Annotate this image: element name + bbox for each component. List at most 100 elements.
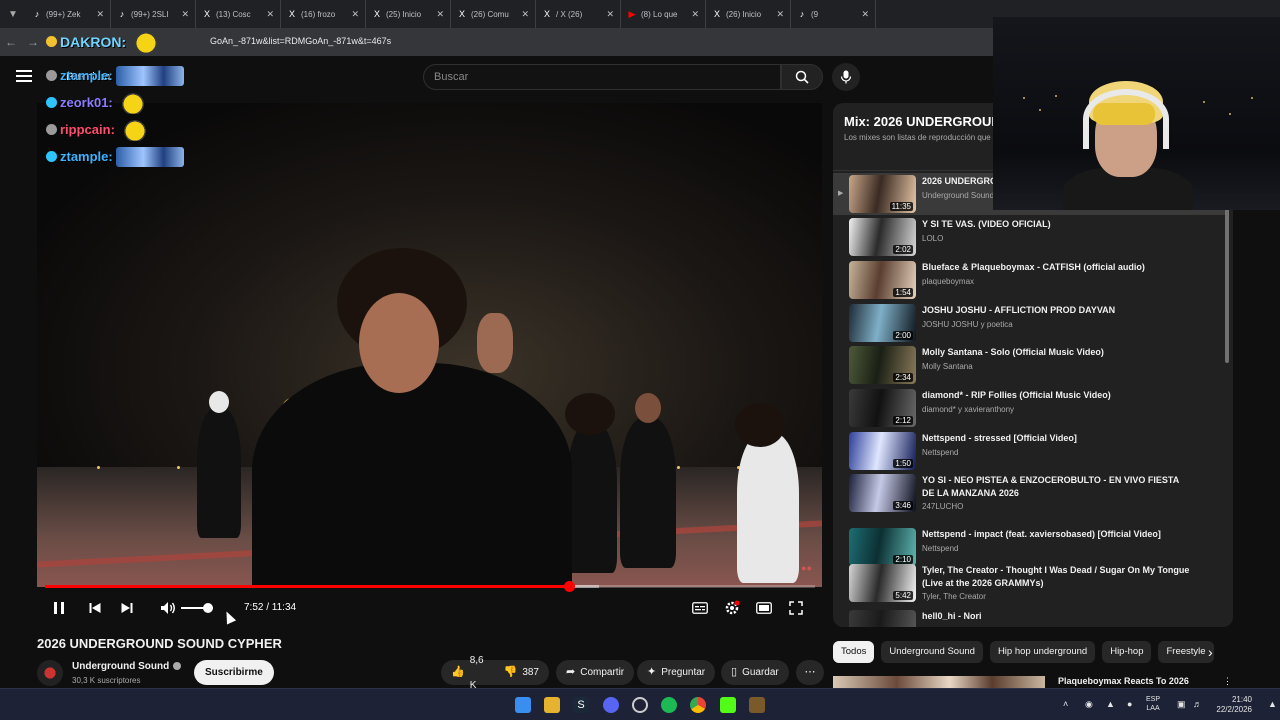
channel-name[interactable]: Underground Sound: [72, 661, 182, 672]
subtitles-button[interactable]: [688, 596, 712, 620]
browser-tab[interactable]: ♪ (99+) 2SLI ✕: [111, 0, 196, 28]
playlist-thumbnail[interactable]: 1:50: [849, 432, 916, 470]
chevron-right-icon[interactable]: ›: [1208, 644, 1213, 660]
fullscreen-button[interactable]: [784, 596, 808, 620]
close-icon[interactable]: ✕: [606, 9, 614, 20]
browser-tab[interactable]: ♪ (99+) Zek ✕: [26, 0, 111, 28]
playlist-item[interactable]: 2:34 Molly Santana - Solo (Official Music…: [833, 344, 1225, 386]
playlist-item-title[interactable]: YO SI - NEO PISTEA & ENZOCEROBULTO - EN …: [922, 474, 1192, 500]
voice-search-button[interactable]: [832, 63, 860, 91]
menu-icon[interactable]: [16, 70, 32, 82]
volume-button[interactable]: [156, 596, 180, 620]
playlist-thumbnail[interactable]: 1:54: [849, 261, 916, 299]
notifications-icon[interactable]: ▲: [1268, 699, 1277, 709]
close-icon[interactable]: ✕: [776, 9, 784, 20]
close-icon[interactable]: ✕: [521, 9, 529, 20]
minecraft-icon[interactable]: [749, 697, 765, 713]
microphone-icon[interactable]: ●: [1127, 699, 1132, 709]
volume-slider-handle[interactable]: [203, 603, 214, 613]
more-icon[interactable]: ⋮: [1223, 676, 1228, 687]
playlist-item[interactable]: 3:46 YO SI - NEO PISTEA & ENZOCEROBULTO -…: [833, 472, 1225, 514]
browser-tab[interactable]: X (25) Inicio ✕: [366, 0, 451, 28]
playlist-thumbnail[interactable]: 2:10: [849, 528, 916, 566]
close-icon[interactable]: ✕: [436, 9, 444, 20]
search-button[interactable]: [781, 64, 823, 90]
monitor-icon[interactable]: ▣: [1177, 699, 1186, 710]
subscribe-button[interactable]: Suscribirme: [194, 660, 274, 685]
close-icon[interactable]: ✕: [351, 9, 359, 20]
playlist-item-title[interactable]: Nettspend - impact (feat. xaviersobased)…: [922, 528, 1192, 541]
browser-tab[interactable]: X (26) Comu ✕: [451, 0, 536, 28]
playlist-thumbnail[interactable]: 2:34: [849, 346, 916, 384]
dislike-icon[interactable]: 👎: [504, 660, 518, 685]
playlist-item[interactable]: hell0_hi - Nori: [833, 608, 1225, 627]
playlist-title[interactable]: Mix: 2026 UNDERGROUN: [844, 114, 1001, 129]
tab-search-icon[interactable]: ▼: [0, 0, 26, 28]
browser-tab[interactable]: ♪ (9 ✕: [791, 0, 876, 28]
browser-tab[interactable]: X / X (26) ✕: [536, 0, 621, 28]
channel-name-text[interactable]: Underground Sound: [72, 661, 169, 672]
playlist-item[interactable]: 5:42 Tyler, The Creator - Thought I Was D…: [833, 562, 1225, 604]
filter-chip[interactable]: Hip hop underground: [989, 641, 1096, 663]
recommended-title[interactable]: Plaqueboymax Reacts To 2026: [1058, 676, 1189, 686]
filter-chip[interactable]: Underground Sound: [881, 641, 983, 663]
share-button[interactable]: ➦ Compartir: [556, 660, 635, 685]
dislike-count[interactable]: 387: [522, 660, 539, 685]
playlist-item-title[interactable]: hell0_hi - Nori: [922, 610, 1192, 623]
playlist-item-title[interactable]: diamond* - RIP Follies (Official Music V…: [922, 389, 1192, 402]
browser-tab[interactable]: X (13) Cosc ✕: [196, 0, 281, 28]
chevron-up-icon[interactable]: ˄: [1063, 699, 1068, 709]
next-button[interactable]: [115, 596, 139, 620]
system-clock[interactable]: 21:40 22/2/2026: [1214, 695, 1252, 715]
playlist-scrollbar[interactable]: [1225, 208, 1229, 363]
spotify-icon[interactable]: [661, 697, 677, 713]
file-explorer-icon[interactable]: [544, 697, 560, 713]
shield-icon[interactable]: ▲: [1106, 699, 1115, 709]
ask-button[interactable]: ✦ Preguntar: [637, 660, 716, 685]
filter-chip[interactable]: Todos: [833, 641, 875, 663]
playlist-thumbnail[interactable]: 2:12: [849, 389, 916, 427]
playlist-item[interactable]: 1:54 Blueface & Plaqueboymax - CATFISH (o…: [833, 259, 1225, 301]
filter-chip[interactable]: Freestyle: [1158, 641, 1214, 663]
pause-button[interactable]: [47, 596, 71, 620]
chrome-icon[interactable]: [690, 697, 706, 713]
filter-chip[interactable]: Hip-hop: [1102, 641, 1152, 663]
more-actions-button[interactable]: ⋯: [796, 660, 824, 685]
video-progress-bar[interactable]: [45, 581, 815, 592]
close-icon[interactable]: ✕: [96, 9, 104, 20]
close-icon[interactable]: ✕: [181, 9, 189, 20]
channel-avatar[interactable]: [37, 660, 63, 686]
previous-button[interactable]: [83, 596, 107, 620]
browser-tab[interactable]: ▶ (8) Lo que ✕: [621, 0, 706, 28]
close-icon[interactable]: ✕: [861, 9, 869, 20]
windows-start-icon[interactable]: [515, 697, 531, 713]
playlist-thumbnail[interactable]: 3:46: [849, 474, 916, 512]
video-player[interactable]: ●●: [37, 103, 822, 587]
back-icon[interactable]: ←: [0, 35, 22, 49]
playlist-item[interactable]: 2:00 JOSHU JOSHU - AFFLICTION PROD DAYVAN…: [833, 302, 1225, 344]
search-input[interactable]: Buscar: [423, 64, 781, 90]
playlist-item-title[interactable]: Tyler, The Creator - Thought I Was Dead …: [922, 564, 1192, 590]
playlist-item[interactable]: 2:02 Y SI TE VAS. (VIDEO OFICIAL) LOLO: [833, 216, 1225, 258]
playlist-thumbnail[interactable]: 2:00: [849, 304, 916, 342]
playlist-thumbnail[interactable]: [849, 610, 916, 627]
url-text[interactable]: GoAn_-871w&list=RDMGoAn_-871w&t=467s: [210, 36, 391, 46]
theater-mode-button[interactable]: [752, 596, 776, 620]
recommended-video[interactable]: Plaqueboymax Reacts To 2026 ⋮: [833, 676, 1228, 688]
save-button[interactable]: ▯ Guardar: [721, 660, 789, 685]
discord-icon[interactable]: [603, 697, 619, 713]
playlist-item-title[interactable]: Blueface & Plaqueboymax - CATFISH (offic…: [922, 261, 1192, 274]
browser-tab[interactable]: X (16) frozo ✕: [281, 0, 366, 28]
playlist-item-title[interactable]: Nettspend - stressed [Official Video]: [922, 432, 1192, 445]
network-icon[interactable]: ◉: [1085, 699, 1093, 710]
playlist-item-title[interactable]: Y SI TE VAS. (VIDEO OFICIAL): [922, 218, 1192, 231]
close-icon[interactable]: ✕: [691, 9, 699, 20]
forward-icon[interactable]: →: [22, 35, 44, 49]
progress-scrubber[interactable]: [563, 581, 575, 592]
language-indicator[interactable]: ESP LAA: [1146, 695, 1160, 713]
steam-icon[interactable]: S: [573, 697, 589, 713]
obs-icon[interactable]: [632, 697, 648, 713]
recommended-thumbnail[interactable]: [833, 676, 1045, 688]
speaker-icon[interactable]: ♬: [1193, 699, 1202, 709]
close-icon[interactable]: ✕: [266, 9, 274, 20]
